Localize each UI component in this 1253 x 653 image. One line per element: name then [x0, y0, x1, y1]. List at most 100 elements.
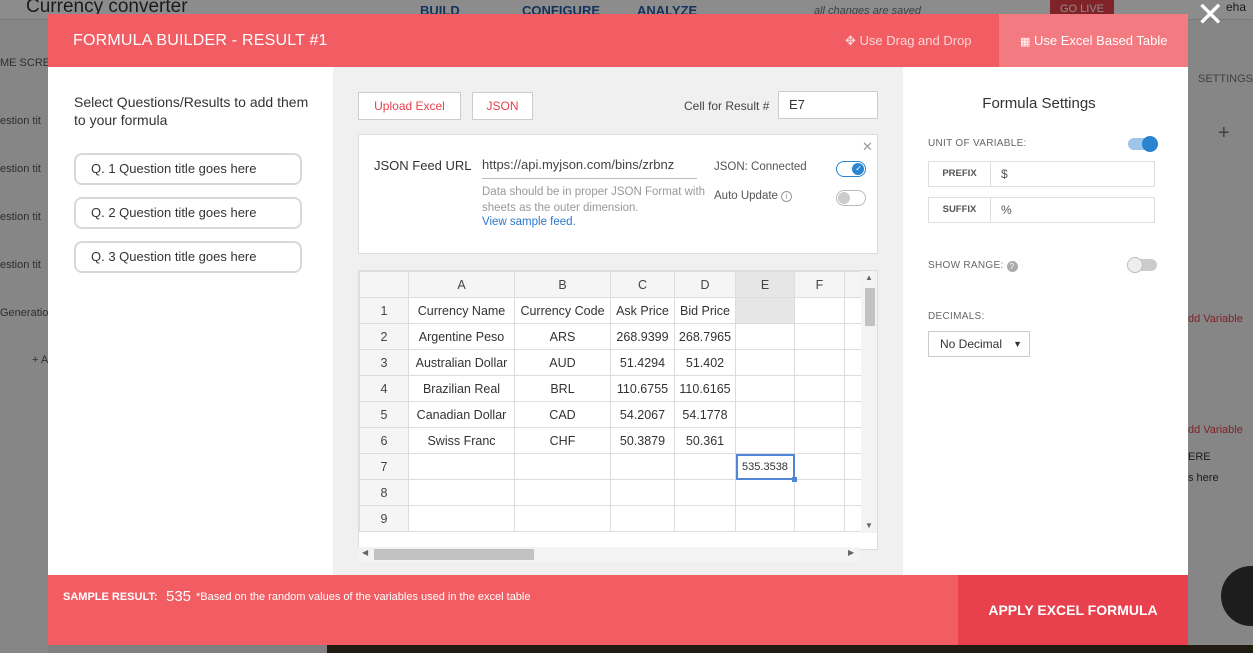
- table-cell[interactable]: 54.1778: [674, 401, 736, 428]
- table-cell[interactable]: [735, 323, 795, 350]
- row-header[interactable]: 1: [359, 297, 409, 324]
- scroll-thumb[interactable]: [374, 549, 534, 560]
- column-header[interactable]: E: [735, 271, 795, 298]
- row-header[interactable]: 6: [359, 427, 409, 454]
- column-header[interactable]: F: [794, 271, 845, 298]
- column-header[interactable]: A: [408, 271, 515, 298]
- scroll-right-icon[interactable]: ▶: [848, 548, 854, 557]
- table-cell[interactable]: CAD: [514, 401, 611, 428]
- table-cell[interactable]: 268.9399: [610, 323, 675, 350]
- scroll-up-icon[interactable]: ▲: [865, 273, 873, 282]
- table-cell[interactable]: 268.7965: [674, 323, 736, 350]
- table-cell[interactable]: Currency Name: [408, 297, 515, 324]
- table-cell[interactable]: Swiss Franc: [408, 427, 515, 454]
- table-cell[interactable]: Canadian Dollar: [408, 401, 515, 428]
- prefix-value[interactable]: $: [1001, 162, 1008, 186]
- table-cell[interactable]: 51.402: [674, 349, 736, 376]
- table-cell[interactable]: [514, 505, 611, 532]
- question-item[interactable]: Q. 2 Question title goes here: [74, 197, 302, 229]
- table-cell[interactable]: [408, 453, 515, 480]
- table-cell[interactable]: CHF: [514, 427, 611, 454]
- selected-cell[interactable]: 535.3538: [735, 453, 798, 483]
- json-button[interactable]: JSON: [472, 92, 533, 120]
- table-cell[interactable]: [794, 427, 845, 454]
- view-sample-link[interactable]: View sample feed.: [482, 216, 576, 228]
- table-cell[interactable]: [794, 375, 845, 402]
- show-range-toggle[interactable]: [1127, 257, 1157, 273]
- table-cell[interactable]: [610, 479, 675, 506]
- suffix-value[interactable]: %: [1001, 198, 1012, 222]
- table-cell[interactable]: [794, 505, 845, 532]
- row-header[interactable]: 7: [359, 453, 409, 480]
- column-header[interactable]: C: [610, 271, 675, 298]
- apply-excel-formula-button[interactable]: APPLY EXCEL FORMULA: [958, 575, 1188, 645]
- table-cell[interactable]: [794, 401, 845, 428]
- suffix-field[interactable]: SUFFIX %: [928, 197, 1155, 223]
- table-cell[interactable]: [735, 505, 795, 532]
- table-cell[interactable]: [610, 453, 675, 480]
- help-icon[interactable]: ?: [1006, 261, 1018, 272]
- table-cell[interactable]: [408, 505, 515, 532]
- table-cell[interactable]: 110.6165: [674, 375, 736, 402]
- table-cell[interactable]: BRL: [514, 375, 611, 402]
- table-cell[interactable]: Argentine Peso: [408, 323, 515, 350]
- tab-excel-table[interactable]: ▦ Use Excel Based Table: [999, 14, 1188, 67]
- cell-result-input[interactable]: E7: [778, 91, 878, 119]
- close-icon[interactable]: ✕: [862, 139, 873, 155]
- table-cell[interactable]: [610, 505, 675, 532]
- table-cell[interactable]: Bid Price: [674, 297, 736, 324]
- table-cell[interactable]: [735, 401, 795, 428]
- table-cell[interactable]: Currency Code: [514, 297, 611, 324]
- table-cell[interactable]: [735, 375, 795, 402]
- row-header[interactable]: 4: [359, 375, 409, 402]
- unit-toggle[interactable]: [1128, 136, 1158, 152]
- decimals-select[interactable]: No Decimal ▼: [928, 331, 1030, 357]
- close-icon[interactable]: ✕: [1196, 0, 1225, 32]
- table-cell[interactable]: [514, 453, 611, 480]
- row-header[interactable]: 9: [359, 505, 409, 532]
- table-cell[interactable]: [735, 349, 795, 376]
- tab-drag-and-drop[interactable]: ✥ Use Drag and Drop: [845, 14, 972, 67]
- table-cell[interactable]: [794, 323, 845, 350]
- prefix-field[interactable]: PREFIX $: [928, 161, 1155, 187]
- table-cell[interactable]: 50.3879: [610, 427, 675, 454]
- column-header[interactable]: B: [514, 271, 611, 298]
- table-cell[interactable]: Australian Dollar: [408, 349, 515, 376]
- scroll-down-icon[interactable]: ▼: [865, 521, 873, 530]
- table-cell[interactable]: AUD: [514, 349, 611, 376]
- table-cell[interactable]: [674, 505, 736, 532]
- table-cell[interactable]: [794, 479, 845, 506]
- table-cell[interactable]: 110.6755: [610, 375, 675, 402]
- table-cell[interactable]: [735, 479, 795, 506]
- question-item[interactable]: Q. 3 Question title goes here: [74, 241, 302, 273]
- horizontal-scrollbar[interactable]: ◀ ▶: [358, 547, 860, 562]
- column-header[interactable]: D: [674, 271, 736, 298]
- table-cell[interactable]: [735, 427, 795, 454]
- table-cell[interactable]: [408, 479, 515, 506]
- table-cell[interactable]: [674, 453, 736, 480]
- scroll-left-icon[interactable]: ◀: [362, 548, 368, 557]
- table-cell[interactable]: [794, 453, 845, 480]
- auto-update-toggle[interactable]: [836, 190, 866, 206]
- table-cell[interactable]: 50.361: [674, 427, 736, 454]
- json-connected-toggle[interactable]: ✓: [836, 161, 866, 177]
- table-cell[interactable]: Brazilian Real: [408, 375, 515, 402]
- table-cell[interactable]: [514, 479, 611, 506]
- table-cell[interactable]: [794, 297, 845, 324]
- row-header[interactable]: 3: [359, 349, 409, 376]
- vertical-scrollbar[interactable]: ▲ ▼: [861, 271, 877, 533]
- table-cell[interactable]: Ask Price: [610, 297, 675, 324]
- spreadsheet[interactable]: A B C D E F 1 Currency Name Currency Cod…: [358, 270, 878, 550]
- row-header[interactable]: 8: [359, 479, 409, 506]
- question-item[interactable]: Q. 1 Question title goes here: [74, 153, 302, 185]
- upload-excel-button[interactable]: Upload Excel: [358, 92, 461, 120]
- scroll-thumb[interactable]: [865, 288, 875, 326]
- row-header[interactable]: 2: [359, 323, 409, 350]
- json-url-input[interactable]: https://api.myjson.com/bins/zrbnz: [482, 157, 697, 179]
- table-cell[interactable]: [674, 479, 736, 506]
- table-cell[interactable]: 51.4294: [610, 349, 675, 376]
- table-cell[interactable]: 54.2067: [610, 401, 675, 428]
- table-cell[interactable]: [735, 297, 795, 324]
- table-cell[interactable]: ARS: [514, 323, 611, 350]
- row-header[interactable]: 5: [359, 401, 409, 428]
